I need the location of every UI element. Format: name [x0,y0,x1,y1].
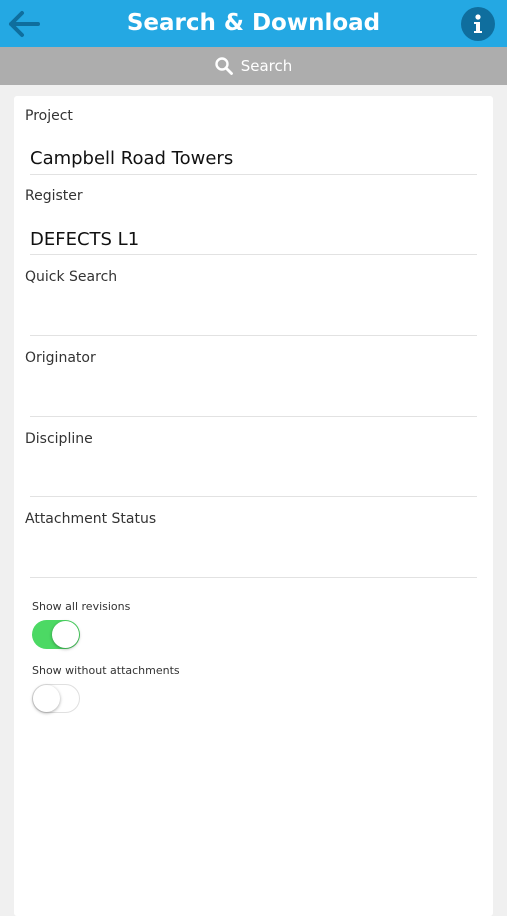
attachment-status-label: Attachment Status [25,511,157,527]
originator-label: Originator [25,350,96,366]
info-button[interactable] [461,7,495,41]
register-field[interactable] [25,216,477,256]
divider [30,335,477,336]
toggle-knob [52,621,79,648]
app-header: Search & Download [0,0,507,47]
divider [30,254,477,255]
discipline-label: Discipline [25,431,93,447]
originator-field[interactable] [25,377,477,417]
show-all-revisions-toggle[interactable] [32,620,80,649]
show-without-attachments-label: Show without attachments [32,664,180,677]
divider [30,174,477,175]
project-field[interactable] [25,136,477,176]
divider [30,577,477,578]
attachment-status-field[interactable] [25,538,477,578]
quick-search-label: Quick Search [25,269,118,285]
discipline-field[interactable] [25,458,477,498]
quick-search-field[interactable] [25,296,477,336]
project-label: Project [25,108,73,124]
divider [30,416,477,417]
register-label: Register [25,188,83,204]
info-icon [474,14,482,33]
search-label: Search [240,57,293,75]
search-button[interactable]: Search [0,47,507,85]
show-without-attachments-toggle[interactable] [32,684,80,713]
page-title: Search & Download [126,10,381,36]
search-form: Project Campbell Road Towers Register DE… [14,96,493,916]
search-icon [215,57,233,75]
divider [30,496,477,497]
show-all-revisions-label: Show all revisions [32,600,131,613]
toggle-knob [33,685,60,712]
